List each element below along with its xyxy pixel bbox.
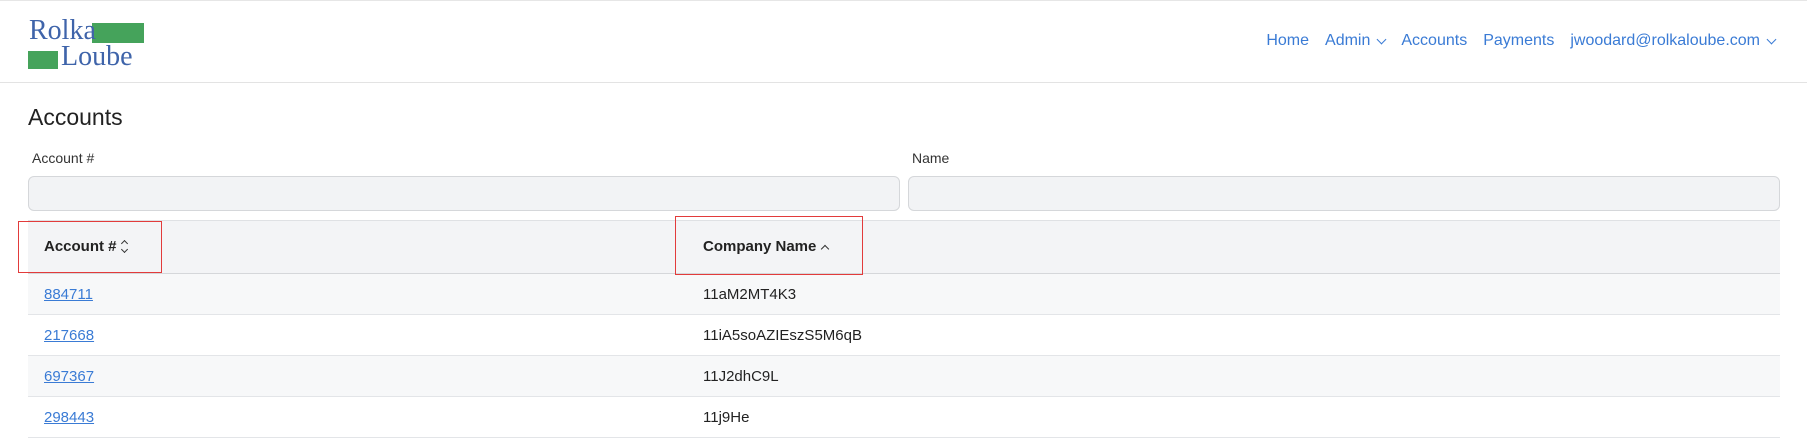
company-name-cell: 11j9He <box>703 409 750 426</box>
highlight-box-account-header <box>18 221 162 273</box>
top-navbar: Rolka Loube Home Admin Accounts Payments… <box>0 0 1807 83</box>
table-header: Account # Company Name <box>28 220 1780 274</box>
chevron-down-icon <box>1766 34 1777 44</box>
page-title: Accounts <box>28 104 123 130</box>
accounts-table: Account # Company Name 884711 11aM2MT4K3… <box>28 220 1780 438</box>
table-row: 217668 11iA5soAZIEszS5M6qB <box>28 315 1780 356</box>
nav-accounts[interactable]: Accounts <box>1401 32 1467 50</box>
user-email: jwoodard@rolkaloube.com <box>1570 32 1760 49</box>
account-link[interactable]: 697367 <box>44 368 94 385</box>
logo-green-block-top <box>92 23 144 43</box>
chevron-down-icon <box>1376 34 1387 44</box>
account-filter-label: Account # <box>32 150 95 166</box>
nav-admin-label: Admin <box>1325 32 1371 49</box>
name-filter-input[interactable] <box>908 176 1780 211</box>
nav-payments-label: Payments <box>1483 32 1555 49</box>
table-row: 884711 11aM2MT4K3 <box>28 274 1780 315</box>
nav-admin-dropdown[interactable]: Admin <box>1325 32 1387 50</box>
nav-home-label: Home <box>1266 32 1310 49</box>
logo-word-loube: Loube <box>61 41 133 72</box>
main-nav: Home Admin Accounts Payments jwoodard@ro… <box>1250 32 1777 50</box>
nav-accounts-label: Accounts <box>1401 32 1468 49</box>
account-link[interactable]: 298443 <box>44 409 94 426</box>
nav-home[interactable]: Home <box>1266 32 1309 50</box>
table-row: 697367 11J2dhC9L <box>28 356 1780 397</box>
name-filter-label: Name <box>912 150 950 166</box>
table-row: 298443 11j9He <box>28 397 1780 438</box>
nav-user-menu[interactable]: jwoodard@rolkaloube.com <box>1570 32 1777 50</box>
nav-payments[interactable]: Payments <box>1483 32 1554 50</box>
logo-green-block-bottom <box>28 51 58 69</box>
account-link[interactable]: 217668 <box>44 327 94 344</box>
brand-logo[interactable]: Rolka Loube <box>28 16 144 72</box>
highlight-box-company-header <box>675 216 863 275</box>
company-name-cell: 11aM2MT4K3 <box>703 286 797 303</box>
company-name-cell: 11iA5soAZIEszS5M6qB <box>703 327 862 344</box>
account-link[interactable]: 884711 <box>44 286 93 303</box>
company-name-cell: 11J2dhC9L <box>703 368 779 385</box>
account-filter-input[interactable] <box>28 176 900 211</box>
